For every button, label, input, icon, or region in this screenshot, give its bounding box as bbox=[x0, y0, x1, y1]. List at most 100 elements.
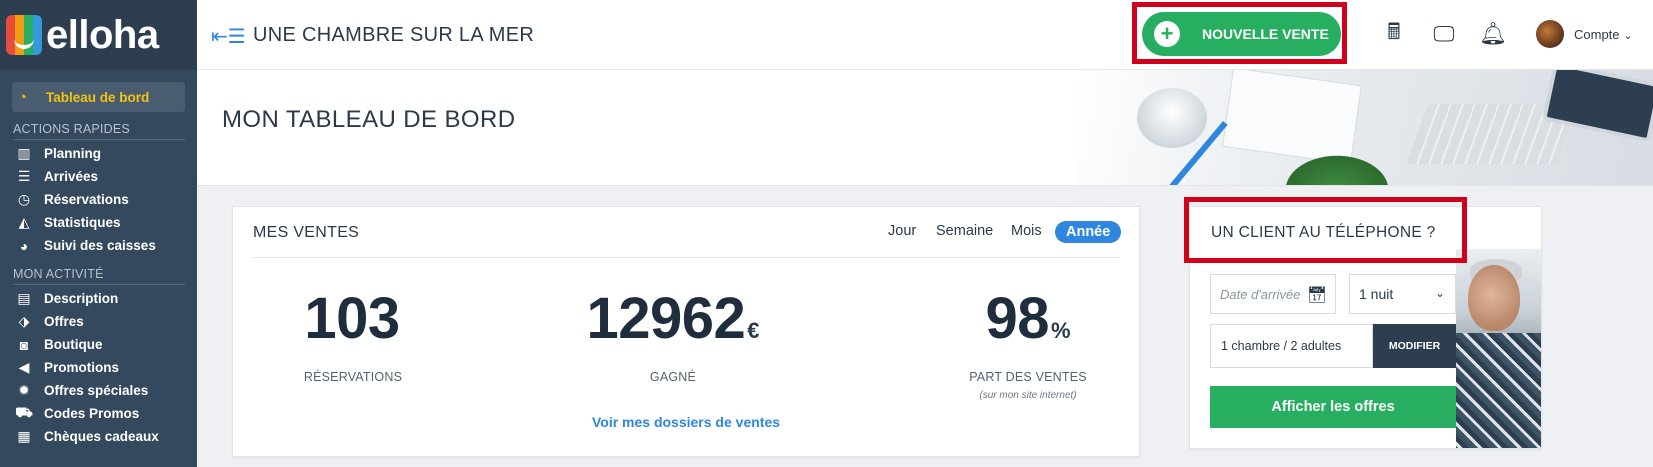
guests-value: 1 chambre / 2 adultes bbox=[1221, 339, 1342, 353]
voucher-icon: ▦ bbox=[17, 428, 31, 444]
chevron-down-icon: ⌄ bbox=[1623, 30, 1633, 42]
sidebar-item-arrivees[interactable]: ☰ Arrivées bbox=[0, 165, 197, 188]
sidebar-item-codes-promos[interactable]: ⛟ Codes Promos bbox=[0, 402, 197, 425]
briefcase-icon: ▤ bbox=[17, 290, 31, 306]
sidebar-item-label: Chèques cadeaux bbox=[44, 429, 159, 444]
man-on-phone-image bbox=[1456, 249, 1541, 448]
sales-title: MES VENTES bbox=[253, 224, 360, 241]
kpi-reservations: 103 RÉSERVATIONS bbox=[273, 290, 433, 385]
kpi-unit: € bbox=[747, 318, 760, 343]
sidebar-item-label: Codes Promos bbox=[44, 406, 140, 421]
pie-chart-icon: ◕ bbox=[19, 237, 29, 254]
sidebar-item-cheques-cadeaux[interactable]: ▦ Chèques cadeaux bbox=[0, 425, 197, 448]
badge-icon: ✹ bbox=[18, 382, 30, 398]
new-sale-label: NOUVELLE VENTE bbox=[1202, 26, 1329, 42]
arrival-date-placeholder: Date d'arrivée bbox=[1220, 286, 1301, 302]
sidebar-item-planning[interactable]: ▥ Planning bbox=[0, 142, 197, 165]
section-mon-activite: MON ACTIVITÉ bbox=[13, 267, 185, 285]
shopping-bag-icon: ◙ bbox=[19, 336, 29, 353]
sidebar-item-label: Statistiques bbox=[44, 215, 121, 230]
kpi-sublabel: (sur mon site internet) bbox=[979, 390, 1077, 401]
hotel-name: UNE CHAMBRE SUR LA MER bbox=[253, 24, 535, 46]
avatar[interactable] bbox=[1536, 20, 1564, 48]
kpi-label: RÉSERVATIONS bbox=[303, 370, 403, 384]
brand-logo[interactable]: elloha bbox=[0, 0, 197, 70]
nights-select[interactable]: 1 nuit ⌄ bbox=[1349, 274, 1456, 314]
cart-icon: ⛟ bbox=[15, 404, 33, 420]
sliders-icon: ☰ bbox=[17, 168, 31, 184]
page-banner: MON TABLEAU DE BORD bbox=[197, 70, 1653, 186]
top-header: ⇤☰ UNE CHAMBRE SUR LA MER + NOUVELLE VEN… bbox=[197, 0, 1653, 70]
megaphone-icon: ◀ bbox=[18, 359, 30, 375]
sidebar-item-promotions[interactable]: ◀ Promotions bbox=[0, 356, 197, 379]
kpi-unit: % bbox=[1050, 318, 1071, 343]
kpi-value: 98 bbox=[985, 286, 1049, 351]
bell-icon[interactable]: 🔔︎ bbox=[1479, 20, 1507, 48]
kpi-value-row: 98% bbox=[938, 290, 1118, 348]
kpi-value-row: 12962€ bbox=[568, 290, 778, 348]
lamp-shape bbox=[1137, 88, 1207, 148]
kpi-value: 103 bbox=[304, 286, 400, 351]
period-day[interactable]: Jour bbox=[888, 223, 916, 239]
sales-files-link[interactable]: Voir mes dossiers de ventes bbox=[233, 414, 1139, 430]
sidebar-item-suivi-caisses[interactable]: ◕ Suivi des caisses bbox=[0, 234, 197, 257]
sidebar-item-label: Boutique bbox=[44, 337, 103, 352]
kpi-value-row: 103 bbox=[273, 290, 433, 348]
sales-card: MES VENTES Jour Semaine Mois Année 103 R… bbox=[232, 206, 1140, 457]
sidebar-item-label: Offres bbox=[44, 314, 84, 329]
head-shape bbox=[1468, 265, 1520, 331]
modify-button[interactable]: MODIFIER bbox=[1373, 324, 1456, 368]
logo-mark-icon bbox=[6, 15, 42, 55]
sidebar: elloha ◔ Tableau de bord ACTIONS RAPIDES… bbox=[0, 0, 197, 467]
sidebar-item-dashboard[interactable]: ◔ Tableau de bord bbox=[12, 82, 185, 112]
period-week[interactable]: Semaine bbox=[936, 223, 993, 239]
kpi-share: 98% PART DES VENTES (sur mon site intern… bbox=[938, 290, 1118, 402]
sidebar-item-reservations[interactable]: ◷ Réservations bbox=[0, 188, 197, 211]
period-month[interactable]: Mois bbox=[1011, 223, 1042, 239]
area-chart-icon: ◭ bbox=[18, 214, 30, 230]
arrival-date-field[interactable]: Date d'arrivée 📅︎ bbox=[1210, 274, 1336, 314]
kpi-label: PART DES VENTES bbox=[969, 370, 1087, 384]
bar-chart-icon: ▥ bbox=[17, 145, 31, 161]
sidebar-item-label: Arrivées bbox=[44, 169, 99, 184]
sidebar-item-label: Réservations bbox=[44, 192, 129, 207]
cash-register-icon[interactable]: 🖩 bbox=[1380, 19, 1408, 48]
sidebar-item-label: Offres spéciales bbox=[44, 383, 149, 398]
period-year[interactable]: Année bbox=[1055, 221, 1122, 243]
shirt-shape bbox=[1456, 333, 1541, 448]
desk-banner-image bbox=[1077, 70, 1653, 185]
tags-icon: ⬗ bbox=[18, 313, 30, 329]
chevron-down-icon: ⌄ bbox=[1434, 286, 1445, 300]
sidebar-item-label: Suivi des caisses bbox=[44, 238, 156, 253]
account-menu[interactable]: Compte ⌄ bbox=[1574, 27, 1633, 42]
new-sale-button[interactable]: + NOUVELLE VENTE bbox=[1142, 12, 1341, 56]
sidebar-item-offres-speciales[interactable]: ✹ Offres spéciales bbox=[0, 379, 197, 402]
sidebar-item-label: Planning bbox=[44, 146, 101, 161]
sidebar-item-offres[interactable]: ⬗ Offres bbox=[0, 310, 197, 333]
kpi-earned: 12962€ GAGNÉ bbox=[568, 290, 778, 385]
highlight-phone-client-title bbox=[1184, 197, 1467, 263]
section-actions-rapides: ACTIONS RAPIDES bbox=[13, 122, 185, 140]
kpi-value: 12962 bbox=[586, 286, 746, 351]
sidebar-item-description[interactable]: ▤ Description bbox=[0, 287, 197, 310]
kpi-label: GAGNÉ bbox=[649, 370, 697, 384]
sidebar-item-label: Tableau de bord bbox=[46, 89, 150, 105]
show-offers-button[interactable]: Afficher les offres bbox=[1210, 386, 1456, 428]
sidebar-item-boutique[interactable]: ◙ Boutique bbox=[0, 333, 197, 356]
collapse-menu-icon[interactable]: ⇤☰ bbox=[211, 24, 246, 49]
calendar-icon: 📅︎ bbox=[1306, 287, 1327, 304]
monitor-icon[interactable]: 🖵 bbox=[1430, 20, 1458, 48]
dashboard-icon: ◔ bbox=[18, 88, 28, 106]
nights-value: 1 nuit bbox=[1359, 286, 1394, 302]
account-label: Compte bbox=[1574, 27, 1620, 42]
page-title: MON TABLEAU DE BORD bbox=[222, 106, 516, 133]
guests-field[interactable]: 1 chambre / 2 adultes bbox=[1210, 324, 1373, 368]
plus-icon: + bbox=[1154, 21, 1180, 47]
logo-text: elloha bbox=[46, 12, 159, 57]
sidebar-item-label: Description bbox=[44, 291, 119, 306]
sidebar-item-statistiques[interactable]: ◭ Statistiques bbox=[0, 211, 197, 234]
sidebar-item-label: Promotions bbox=[44, 360, 120, 375]
clock-icon: ◷ bbox=[17, 191, 31, 207]
plant-shape bbox=[1277, 150, 1397, 185]
divider bbox=[253, 257, 1119, 258]
